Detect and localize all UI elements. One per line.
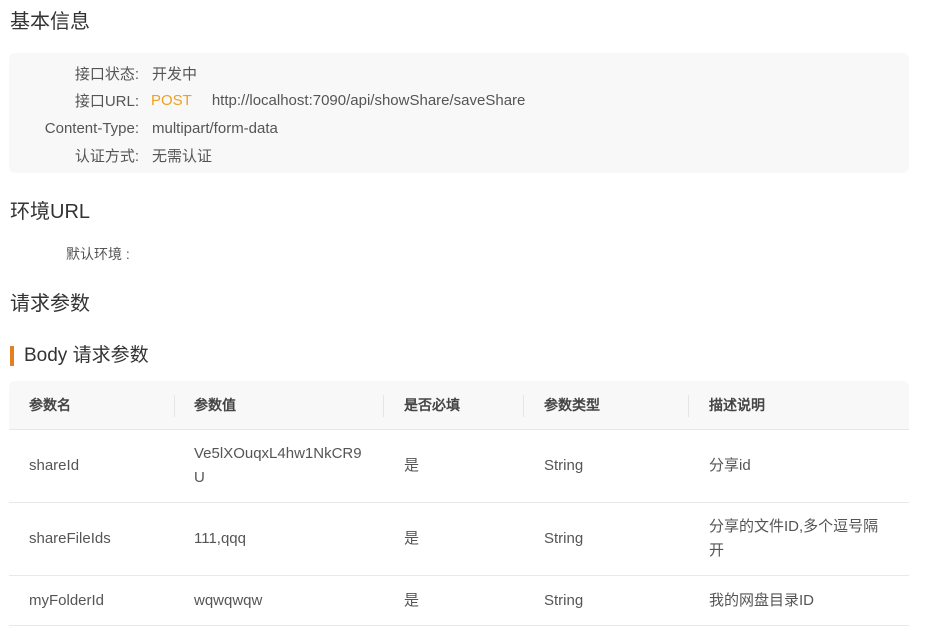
param-desc: 我的网盘目录ID [709, 591, 815, 609]
header-divider [523, 395, 524, 417]
status-row: 接口状态: 开发中 [9, 62, 197, 84]
content-type-label: Content-Type: [44, 119, 139, 137]
param-required: 是 [404, 591, 420, 609]
basic-info-title: 基本信息 [10, 11, 90, 33]
param-required: 是 [404, 457, 420, 474]
param-name: shareId [29, 457, 80, 474]
param-value: wqwqwqw [194, 591, 263, 609]
param-value: Ve5lXOuqxL4hw1NkCR9U [194, 445, 362, 486]
http-method: POST [151, 91, 192, 109]
url-label: 接口URL: [74, 92, 139, 110]
table-header: 参数名 参数值 是否必填 参数类型 描述说明 [9, 381, 909, 430]
auth-label: 认证方式: [74, 147, 139, 165]
param-type: String [544, 530, 584, 547]
basic-info-panel: 接口状态: 开发中 接口URL: POST http://localhost:7… [9, 53, 909, 173]
url-row: 接口URL: POST http://localhost:7090/api/sh… [9, 89, 526, 111]
content-type-value: multipart/form-data [152, 119, 278, 137]
table-row: myFolderId wqwqwqw 是 String 我的网盘目录ID [9, 576, 909, 626]
status-value: 开发中 [152, 65, 198, 83]
param-desc: 分享id [709, 457, 751, 474]
header-divider [383, 395, 384, 417]
col-header-desc: 描述说明 [709, 397, 765, 413]
table-row: shareId Ve5lXOuqxL4hw1NkCR9U 是 String 分享… [9, 430, 909, 503]
params-table: 参数名 参数值 是否必填 参数类型 描述说明 shareId Ve5lXOuqx… [9, 381, 909, 626]
status-label: 接口状态: [74, 65, 139, 83]
auth-value: 无需认证 [152, 147, 213, 165]
param-type: String [544, 591, 584, 609]
param-name: shareFileIds [29, 530, 111, 547]
col-header-value: 参数值 [194, 397, 236, 413]
col-header-name: 参数名 [29, 397, 71, 413]
auth-row: 认证方式: 无需认证 [9, 144, 212, 166]
content-type-row: Content-Type: multipart/form-data [9, 117, 278, 139]
param-type: String [544, 457, 584, 474]
default-env-label: 默认环境 : [66, 246, 130, 262]
header-divider [688, 395, 689, 417]
env-url-title: 环境URL [10, 201, 91, 223]
param-value: 111,qqq [194, 530, 246, 547]
col-header-required: 是否必填 [404, 397, 460, 413]
param-desc: 分享的文件ID,多个逗号隔开 [709, 518, 879, 559]
request-params-title: 请求参数 [10, 293, 90, 315]
table-row: shareFileIds 111,qqq 是 String 分享的文件ID,多个… [9, 503, 909, 576]
col-header-type: 参数类型 [544, 397, 600, 413]
endpoint-url[interactable]: http://localhost:7090/api/showShare/save… [212, 92, 526, 109]
header-divider [174, 395, 175, 417]
param-required: 是 [404, 530, 420, 547]
param-name: myFolderId [29, 591, 105, 609]
body-params-title: Body 请求参数 [10, 346, 149, 366]
